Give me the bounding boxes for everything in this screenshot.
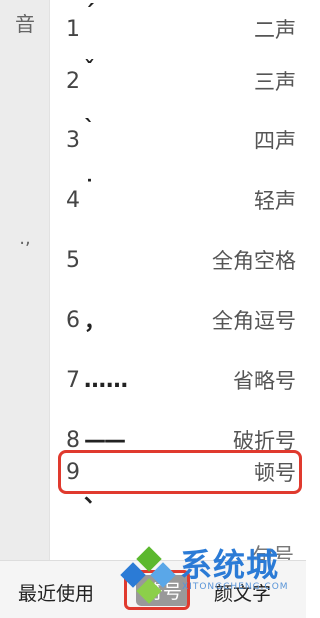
row-label: 三声 [254,70,296,94]
symbol-row-4[interactable]: 4 ˙ 轻声 [50,171,306,229]
symbol-row-7[interactable]: 7 …… 省略号 [50,351,306,409]
row-symbol: ˙ [84,177,95,202]
symbol-row-2[interactable]: 2 ˇ 三声 [50,52,306,110]
row-label: 全角逗号 [212,309,296,333]
row-highlight-outline [58,450,302,494]
row-symbol: ˇ [84,58,95,83]
row-number: 3 [66,127,80,153]
sidebar-item-tone[interactable]: 音 [0,8,50,37]
row-number: 6 [66,307,80,333]
tab-recent[interactable]: 最近使用 [18,579,94,606]
symbol-row-6[interactable]: 6 ， 全角逗号 [50,291,306,349]
row-number: 5 [66,247,80,273]
symbol-row-3[interactable]: 3 ˋ 四声 [50,111,306,169]
tab-highlight-outline [124,570,190,610]
row-number: 1 [66,16,80,42]
symbol-row-1[interactable]: 1 ˊ 二声 [50,0,306,58]
row-symbol: ˋ [84,117,95,142]
row-symbol: …… [84,367,128,393]
row-label: 轻声 [254,189,296,213]
category-sidebar: 音 ., [0,0,50,560]
row-label: 省略号 [233,369,296,393]
symbol-row-5[interactable]: 5 全角空格 [50,231,306,289]
row-symbol: ˊ [84,2,95,27]
row-label: 二声 [254,18,296,42]
row-number: 7 [66,367,80,393]
row-label: 全角空格 [212,249,296,273]
tab-kaomoji[interactable]: 颜文字 [214,579,271,606]
sidebar-item-punctuation[interactable]: ., [0,228,50,249]
row-symbol: ， [84,310,107,335]
row-label: 四声 [254,129,296,153]
row-number: 4 [66,187,80,213]
row-number: 2 [66,68,80,94]
